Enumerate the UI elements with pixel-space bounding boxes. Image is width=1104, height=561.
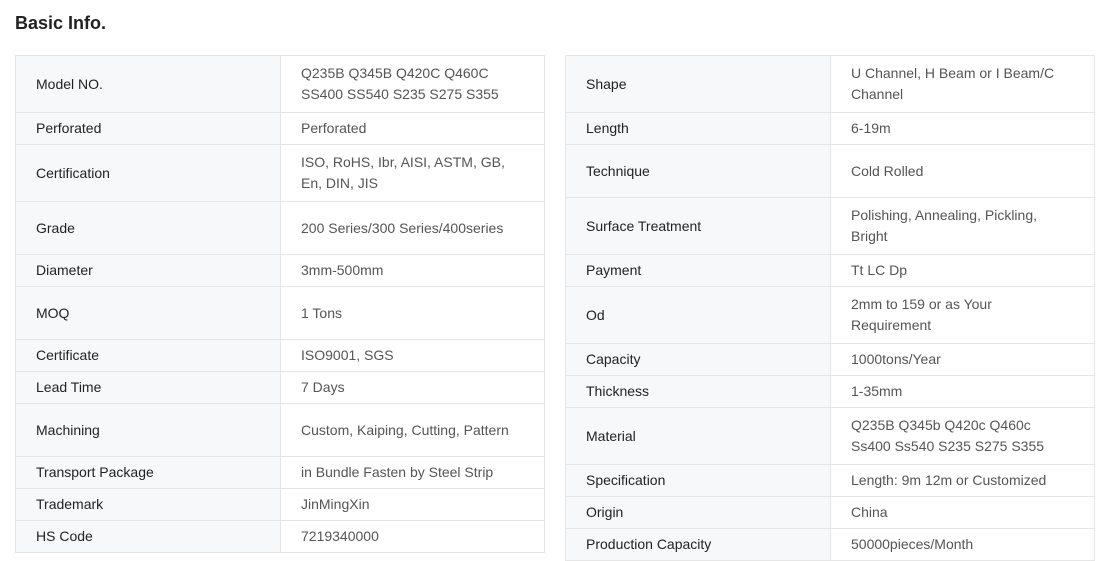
table-row: Technique Cold Rolled: [565, 144, 1095, 198]
spec-value: 6-19m: [830, 112, 1095, 145]
table-row: Length 6-19m: [565, 112, 1095, 145]
spec-value: 50000pieces/Month: [830, 528, 1095, 561]
spec-label: MOQ: [15, 286, 281, 340]
spec-value: 1-35mm: [830, 375, 1095, 408]
spec-label: Transport Package: [15, 456, 281, 489]
table-row: Material Q235B Q345b Q420c Q460c Ss400 Ss…: [565, 407, 1095, 465]
table-row: Origin China: [565, 496, 1095, 529]
spec-value: 1000tons/Year: [830, 343, 1095, 376]
spec-value: 7 Days: [280, 371, 545, 404]
table-row: Diameter 3mm-500mm: [15, 254, 545, 287]
table-row: Od 2mm to 159 or as Your Requirement: [565, 286, 1095, 344]
spec-value: ISO9001, SGS: [280, 339, 545, 372]
table-row: Trademark JinMingXin: [15, 488, 545, 521]
spec-value: 3mm-500mm: [280, 254, 545, 287]
spec-label: Perforated: [15, 112, 281, 145]
spec-value: Length: 9m 12m or Customized: [830, 464, 1095, 497]
table-row: HS Code 7219340000: [15, 520, 545, 553]
spec-label: Machining: [15, 403, 281, 457]
spec-label: Material: [565, 407, 831, 465]
spec-label: Length: [565, 112, 831, 145]
table-row: Perforated Perforated: [15, 112, 545, 145]
spec-label: Surface Treatment: [565, 197, 831, 255]
spec-label: Payment: [565, 254, 831, 287]
spec-label: Trademark: [15, 488, 281, 521]
table-row: Model NO. Q235B Q345B Q420C Q460C SS400 S…: [15, 55, 545, 113]
table-row: MOQ 1 Tons: [15, 286, 545, 340]
table-row: Grade 200 Series/300 Series/400series: [15, 201, 545, 255]
spec-label: HS Code: [15, 520, 281, 553]
table-row: Surface Treatment Polishing, Annealing, P…: [565, 197, 1095, 255]
spec-label: Shape: [565, 55, 831, 113]
left-table-body: Model NO. Q235B Q345B Q420C Q460C SS400 S…: [15, 55, 545, 553]
spec-label: Lead Time: [15, 371, 281, 404]
spec-value: Custom, Kaiping, Cutting, Pattern: [280, 403, 545, 457]
spec-label: Origin: [565, 496, 831, 529]
table-row: Payment Tt LC Dp: [565, 254, 1095, 287]
table-row: Transport Package in Bundle Fasten by Ste…: [15, 456, 545, 489]
right-table-body: Shape U Channel, H Beam or I Beam/C Chann…: [565, 55, 1095, 561]
spec-value: 1 Tons: [280, 286, 545, 340]
spec-value: China: [830, 496, 1095, 529]
spec-label: Model NO.: [15, 55, 281, 113]
spec-value: ISO, RoHS, Ibr, AISI, ASTM, GB, En, DIN,…: [280, 144, 545, 202]
spec-value: Cold Rolled: [830, 144, 1095, 198]
table-row: Capacity 1000tons/Year: [565, 343, 1095, 376]
spec-label: Production Capacity: [565, 528, 831, 561]
spec-value: Perforated: [280, 112, 545, 145]
spec-value: in Bundle Fasten by Steel Strip: [280, 456, 545, 489]
spec-value: 7219340000: [280, 520, 545, 553]
spec-value: 2mm to 159 or as Your Requirement: [830, 286, 1095, 344]
basic-info-table-left: Model NO. Q235B Q345B Q420C Q460C SS400 S…: [15, 55, 545, 553]
basic-info-table-right: Shape U Channel, H Beam or I Beam/C Chann…: [565, 55, 1095, 561]
spec-label: Certification: [15, 144, 281, 202]
table-row: Specification Length: 9m 12m or Customize…: [565, 464, 1095, 497]
basic-info-tables: Model NO. Q235B Q345B Q420C Q460C SS400 S…: [15, 55, 1095, 561]
table-row: Thickness 1-35mm: [565, 375, 1095, 408]
spec-value: Q235B Q345b Q420c Q460c Ss400 Ss540 S235…: [830, 407, 1095, 465]
table-row: Machining Custom, Kaiping, Cutting, Patte…: [15, 403, 545, 457]
spec-label: Diameter: [15, 254, 281, 287]
spec-value: JinMingXin: [280, 488, 545, 521]
table-row: Production Capacity 50000pieces/Month: [565, 528, 1095, 561]
table-row: Shape U Channel, H Beam or I Beam/C Chann…: [565, 55, 1095, 113]
spec-label: Specification: [565, 464, 831, 497]
spec-label: Technique: [565, 144, 831, 198]
spec-label: Od: [565, 286, 831, 344]
spec-label: Thickness: [565, 375, 831, 408]
spec-value: 200 Series/300 Series/400series: [280, 201, 545, 255]
table-row: Certificate ISO9001, SGS: [15, 339, 545, 372]
section-title: Basic Info.: [15, 13, 107, 33]
spec-label: Certificate: [15, 339, 281, 372]
table-row: Lead Time 7 Days: [15, 371, 545, 404]
spec-value: Tt LC Dp: [830, 254, 1095, 287]
spec-value: Polishing, Annealing, Pickling, Bright: [830, 197, 1095, 255]
table-row: Certification ISO, RoHS, Ibr, AISI, ASTM,…: [15, 144, 545, 202]
spec-value: Q235B Q345B Q420C Q460C SS400 SS540 S235…: [280, 55, 545, 113]
spec-value: U Channel, H Beam or I Beam/C Channel: [830, 55, 1095, 113]
spec-label: Capacity: [565, 343, 831, 376]
spec-label: Grade: [15, 201, 281, 255]
